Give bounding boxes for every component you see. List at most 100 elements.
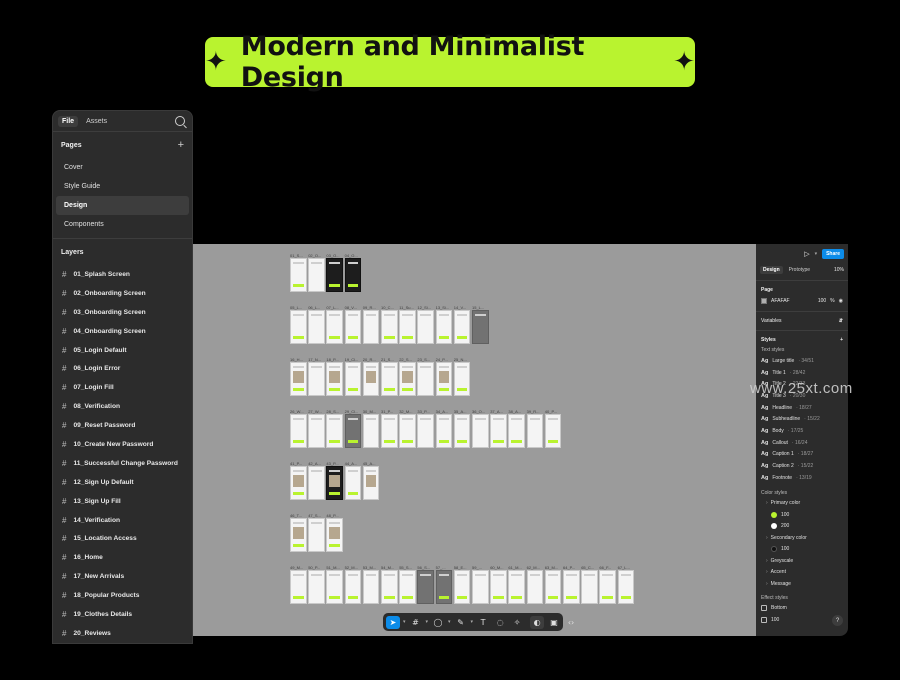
screen-frame[interactable] bbox=[581, 570, 598, 604]
screen-frame[interactable] bbox=[435, 310, 453, 344]
layer-item[interactable]: #07_Login Fill bbox=[53, 378, 192, 397]
screen-frame[interactable] bbox=[362, 362, 380, 396]
screen-frame[interactable] bbox=[563, 570, 580, 604]
zoom-level[interactable]: 10% bbox=[834, 267, 844, 273]
layer-item[interactable]: #06_Login Error bbox=[53, 359, 192, 378]
screen-frame[interactable] bbox=[417, 362, 434, 396]
tab-prototype[interactable]: Prototype bbox=[786, 266, 813, 274]
screen-frame[interactable] bbox=[362, 466, 380, 500]
screen-frame[interactable] bbox=[326, 258, 343, 292]
search-icon[interactable] bbox=[175, 116, 185, 126]
chevron-right-icon[interactable]: › bbox=[766, 569, 768, 575]
screen-frame[interactable] bbox=[308, 414, 325, 448]
screen-frame[interactable] bbox=[308, 466, 325, 500]
layer-item[interactable]: #13_Sign Up Fill bbox=[53, 492, 192, 511]
page-color-value[interactable]: AFAFAF bbox=[771, 298, 790, 304]
screen-frame[interactable] bbox=[344, 362, 362, 396]
screen-frame[interactable] bbox=[417, 310, 434, 344]
text-style-item[interactable]: Ag Caption 2 · 15/22 bbox=[756, 460, 848, 472]
screen-frame[interactable] bbox=[326, 414, 343, 448]
screen-frame[interactable] bbox=[526, 414, 544, 448]
page-item[interactable]: Components bbox=[56, 215, 189, 234]
screen-frame[interactable] bbox=[308, 258, 325, 292]
add-style-icon[interactable]: + bbox=[840, 337, 843, 343]
chevron-down-icon[interactable]: ▾ bbox=[426, 619, 429, 625]
layer-item[interactable]: #04_Onboarding Screen bbox=[53, 322, 192, 341]
screen-frame[interactable] bbox=[381, 362, 398, 396]
tab-file[interactable]: File bbox=[58, 115, 79, 127]
screen-frame[interactable] bbox=[308, 570, 325, 604]
screen-frame[interactable] bbox=[617, 570, 635, 604]
text-style-item[interactable]: Ag Body · 17/25 bbox=[756, 425, 848, 437]
screen-frame[interactable] bbox=[381, 414, 398, 448]
chevron-down-icon[interactable]: ▾ bbox=[448, 619, 451, 625]
layer-item[interactable]: #16_Home bbox=[53, 548, 192, 567]
screen-frame[interactable] bbox=[344, 258, 362, 292]
screen-frame[interactable] bbox=[453, 570, 471, 604]
layer-item[interactable]: #09_Reset Password bbox=[53, 416, 192, 435]
screen-frame[interactable] bbox=[362, 310, 380, 344]
screen-frame[interactable] bbox=[435, 570, 453, 604]
screen-frame[interactable] bbox=[290, 570, 307, 604]
screen-frame[interactable] bbox=[544, 414, 562, 448]
screen-frame[interactable] bbox=[526, 570, 544, 604]
screen-frame[interactable] bbox=[326, 362, 343, 396]
screen-frame[interactable] bbox=[308, 310, 325, 344]
layer-item[interactable]: #01_Splash Screen bbox=[53, 265, 192, 284]
screen-frame[interactable] bbox=[290, 414, 307, 448]
layer-item[interactable]: #14_Verification bbox=[53, 511, 192, 530]
shape-tool-icon[interactable]: ◯ bbox=[431, 616, 445, 629]
screen-frame[interactable] bbox=[326, 466, 343, 500]
text-style-item[interactable]: Ag Title 1 · 28/42 bbox=[756, 367, 848, 379]
screen-frame[interactable] bbox=[290, 258, 307, 292]
screen-frame[interactable] bbox=[472, 414, 489, 448]
play-icon[interactable]: ▷ bbox=[804, 250, 809, 258]
screen-frame[interactable] bbox=[435, 414, 453, 448]
screen-frame[interactable] bbox=[472, 570, 489, 604]
chevron-down-icon[interactable]: ▾ bbox=[471, 619, 474, 625]
screen-frame[interactable] bbox=[290, 466, 307, 500]
move-tool-icon[interactable]: ➤ bbox=[386, 615, 400, 629]
variables-label[interactable]: Variables bbox=[761, 318, 781, 324]
screen-frame[interactable] bbox=[417, 414, 434, 448]
screen-frame[interactable] bbox=[344, 414, 362, 448]
screen-frame[interactable] bbox=[508, 414, 525, 448]
screen-frame[interactable] bbox=[599, 570, 616, 604]
color-group[interactable]: › Secondary color bbox=[756, 532, 848, 544]
inspect-icon[interactable]: ▣ bbox=[547, 616, 561, 629]
add-page-icon[interactable]: + bbox=[178, 139, 184, 151]
color-swatch[interactable] bbox=[761, 298, 767, 304]
chevron-right-icon[interactable]: › bbox=[766, 581, 768, 587]
screen-frame[interactable] bbox=[308, 518, 325, 552]
layer-item[interactable]: #10_Create New Password bbox=[53, 435, 192, 454]
color-swatch-row[interactable]: 200 bbox=[756, 521, 848, 533]
screen-frame[interactable] bbox=[472, 310, 489, 344]
actions-tool-icon[interactable]: ✧ bbox=[510, 616, 524, 629]
text-style-item[interactable]: Ag Headline · 18/27 bbox=[756, 402, 848, 414]
screen-frame[interactable] bbox=[290, 362, 307, 396]
page-item[interactable]: Style Guide bbox=[56, 177, 189, 196]
layer-item[interactable]: #17_New Arrivals bbox=[53, 567, 192, 586]
text-style-item[interactable]: Ag Subheadline · 15/22 bbox=[756, 413, 848, 425]
screen-frame[interactable] bbox=[326, 518, 343, 552]
color-group[interactable]: › Primary color bbox=[756, 498, 848, 510]
screen-frame[interactable] bbox=[544, 570, 562, 604]
color-swatch-row[interactable]: 100 bbox=[756, 544, 848, 556]
screen-frame[interactable] bbox=[381, 570, 398, 604]
chevron-down-icon[interactable]: ▾ bbox=[815, 251, 818, 257]
page-item[interactable]: Cover bbox=[56, 158, 189, 177]
screen-frame[interactable] bbox=[308, 362, 325, 396]
screen-frame[interactable] bbox=[290, 518, 307, 552]
screen-frame[interactable] bbox=[344, 466, 362, 500]
screen-frame[interactable] bbox=[490, 414, 507, 448]
layer-item[interactable]: #21_Search Empty bbox=[53, 643, 192, 644]
screen-frame[interactable] bbox=[435, 362, 453, 396]
screen-frame[interactable] bbox=[490, 570, 507, 604]
screen-frame[interactable] bbox=[381, 310, 398, 344]
layer-item[interactable]: #19_Clothes Details bbox=[53, 605, 192, 624]
text-style-item[interactable]: Ag Caption 1 · 18/27 bbox=[756, 449, 848, 461]
screen-frame[interactable] bbox=[399, 414, 416, 448]
screen-frame[interactable] bbox=[326, 310, 343, 344]
screen-frame[interactable] bbox=[453, 362, 471, 396]
screen-frame[interactable] bbox=[453, 414, 471, 448]
